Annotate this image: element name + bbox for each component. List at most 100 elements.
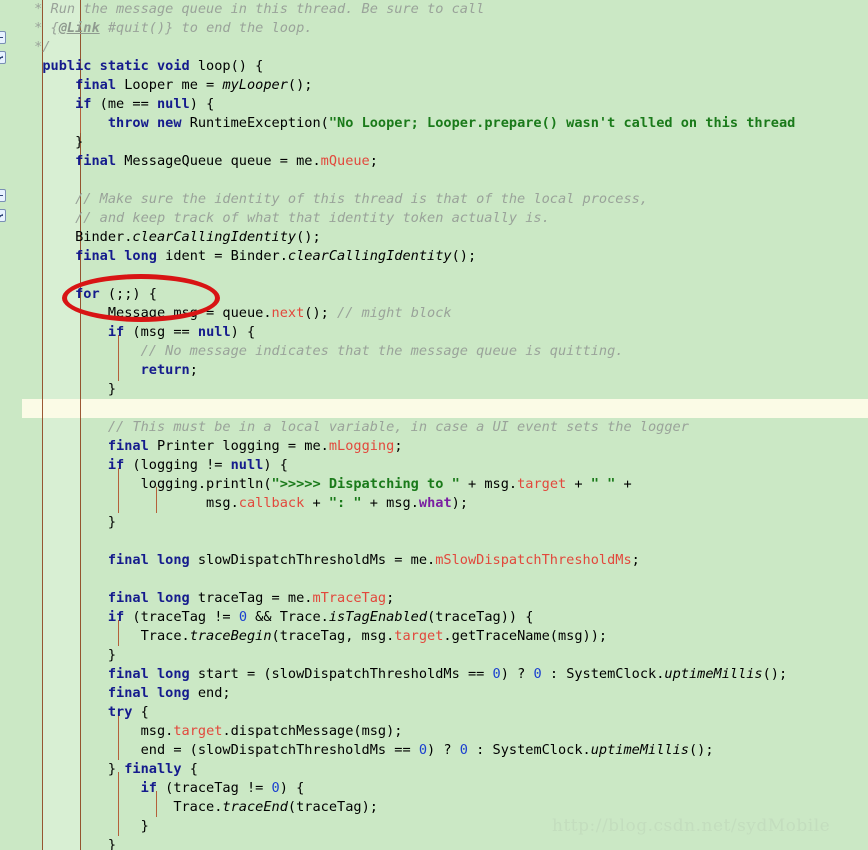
code-line[interactable]: Trace.traceBegin(traceTag, msg.target.ge…	[26, 627, 608, 646]
code-line[interactable]: if (me == null) {	[26, 95, 214, 114]
code-line[interactable]: Binder.clearCallingIdentity();	[26, 228, 321, 247]
code-token-pl: ) {	[230, 324, 256, 340]
code-line[interactable]: msg.target.dispatchMessage(msg);	[26, 722, 403, 741]
code-token-kw: if	[26, 780, 166, 796]
code-token-kw: final long	[26, 590, 198, 606]
code-line[interactable]: final long ident = Binder.clearCallingId…	[26, 247, 476, 266]
code-line[interactable]: final long slowDispatchThresholdMs = me.…	[26, 551, 640, 570]
code-line[interactable]: public static void loop() {	[26, 57, 263, 76]
code-line[interactable]: return;	[26, 361, 198, 380]
code-token-pl: ();	[451, 248, 477, 264]
code-line[interactable]: final MessageQueue queue = me.mQueue;	[26, 152, 378, 171]
code-line[interactable]: for (;;) {	[26, 285, 157, 304]
code-line[interactable]: * {@Link #quit()} to end the loop.	[26, 19, 312, 38]
code-token-pl: ) {	[263, 457, 288, 473]
code-line[interactable]: } finally {	[26, 760, 198, 779]
code-token-pl: && Trace.	[247, 609, 329, 625]
code-line[interactable]: }	[26, 836, 116, 850]
code-line[interactable]: */	[26, 38, 51, 57]
code-line[interactable]: if (msg == null) {	[26, 323, 255, 342]
code-line[interactable]: throw new RuntimeException("No Looper; L…	[26, 114, 795, 133]
code-token-pl: MessageQueue queue = me.	[124, 153, 321, 169]
code-token-pl: ;	[386, 590, 395, 606]
code-token-fld: mLogging	[328, 438, 395, 454]
code-token-fld: target	[517, 476, 567, 492]
code-token-pl: Trace.	[26, 799, 223, 815]
code-token-pl: +	[615, 476, 632, 492]
code-token-kw: for	[26, 286, 108, 302]
code-token-pl: {	[189, 761, 198, 777]
code-token-pl: RuntimeException(	[189, 115, 329, 131]
code-token-pl: }	[26, 134, 84, 150]
code-token-pl: msg.	[26, 495, 239, 511]
code-editor-viewport[interactable]: * Run the message queue in this thread. …	[0, 0, 868, 850]
source-code[interactable]: * Run the message queue in this thread. …	[0, 0, 868, 850]
code-token-kw: null	[197, 324, 231, 340]
code-token-kw: final	[26, 153, 125, 169]
code-token-pl: }	[26, 837, 117, 850]
code-token-pl: }	[26, 818, 149, 834]
code-token-pl: );	[451, 495, 469, 511]
code-token-pl: ();	[762, 666, 788, 682]
code-line[interactable]: }	[26, 646, 116, 665]
code-token-cm: * Run the message queue in this thread. …	[26, 1, 485, 17]
code-token-kw: null	[156, 96, 190, 112]
code-line[interactable]: }	[26, 513, 116, 532]
code-token-cm: // No message indicates that the message…	[26, 343, 624, 359]
code-line[interactable]: end = (slowDispatchThresholdMs == 0) ? 0…	[26, 741, 714, 760]
code-line[interactable]: try {	[26, 703, 149, 722]
code-token-fld: target	[173, 723, 223, 739]
code-line[interactable]: if (traceTag != 0) {	[26, 779, 305, 798]
code-line[interactable]: // and keep track of what that identity …	[26, 209, 550, 228]
code-token-kw: final long	[26, 685, 198, 701]
code-token-pl: : SystemClock.	[541, 666, 665, 682]
code-line[interactable]: final long start = (slowDispatchThreshol…	[26, 665, 787, 684]
code-token-pl: Looper me =	[124, 77, 223, 93]
code-line[interactable]: }	[26, 817, 149, 836]
code-token-kw: return	[26, 362, 190, 378]
code-line[interactable]: msg.callback + ": " + msg.what);	[26, 494, 468, 513]
code-token-kw: try	[26, 704, 141, 720]
code-token-pl: Printer logging = me.	[156, 438, 329, 454]
code-line[interactable]: Trace.traceEnd(traceTag);	[26, 798, 378, 817]
code-token-pl: .getTraceName(msg));	[443, 628, 608, 644]
code-line[interactable]: final Looper me = myLooper();	[26, 76, 312, 95]
code-token-pl: end;	[197, 685, 231, 701]
code-token-pl: (logging !=	[132, 457, 231, 473]
code-token-mth: traceEnd	[222, 799, 288, 815]
code-token-fld: mSlowDispatchThresholdMs	[435, 552, 632, 568]
code-token-mth: traceBegin	[189, 628, 272, 644]
code-token-cm: */	[26, 39, 51, 55]
code-token-pl: }	[26, 761, 125, 777]
code-line[interactable]: }	[26, 380, 116, 399]
code-line[interactable]: }	[26, 133, 83, 152]
code-line[interactable]: if (logging != null) {	[26, 456, 288, 475]
code-line[interactable]: // This must be in a local variable, in …	[26, 418, 689, 437]
code-token-pl: ;	[394, 438, 403, 454]
code-line[interactable]: final long end;	[26, 684, 231, 703]
code-line[interactable]: if (traceTag != 0 && Trace.isTagEnabled(…	[26, 608, 534, 627]
code-token-fld: next	[271, 305, 305, 321]
code-token-kw: final	[26, 77, 125, 93]
code-line[interactable]: Message msg = queue.next(); // might blo…	[26, 304, 452, 323]
code-token-kw: if	[26, 324, 133, 340]
code-token-cm: // This must be in a local variable, in …	[26, 419, 689, 435]
code-token-str: "No Looper; Looper.prepare() wasn't call…	[328, 115, 796, 131]
code-line[interactable]: final Printer logging = me.mLogging;	[26, 437, 403, 456]
code-line[interactable]: * Run the message queue in this thread. …	[26, 0, 484, 19]
code-token-str: ">>>>> Dispatching to "	[271, 476, 460, 492]
code-token-pl: : SystemClock.	[467, 742, 591, 758]
code-token-pl: Binder.	[26, 229, 133, 245]
code-line[interactable]: final long traceTag = me.mTraceTag;	[26, 589, 394, 608]
code-token-kw: final long	[26, 666, 198, 682]
code-token-pl: ;	[369, 153, 378, 169]
code-token-kw: final long	[26, 248, 166, 264]
code-token-kw: if	[26, 96, 100, 112]
code-token-kw: final	[26, 438, 157, 454]
code-line[interactable]: // Make sure the identity of this thread…	[26, 190, 648, 209]
code-token-pl: logging.println(	[26, 476, 272, 492]
code-token-pl: Trace.	[26, 628, 190, 644]
code-token-pl: (traceTag)) {	[427, 609, 534, 625]
code-line[interactable]: logging.println(">>>>> Dispatching to " …	[26, 475, 632, 494]
code-line[interactable]: // No message indicates that the message…	[26, 342, 624, 361]
